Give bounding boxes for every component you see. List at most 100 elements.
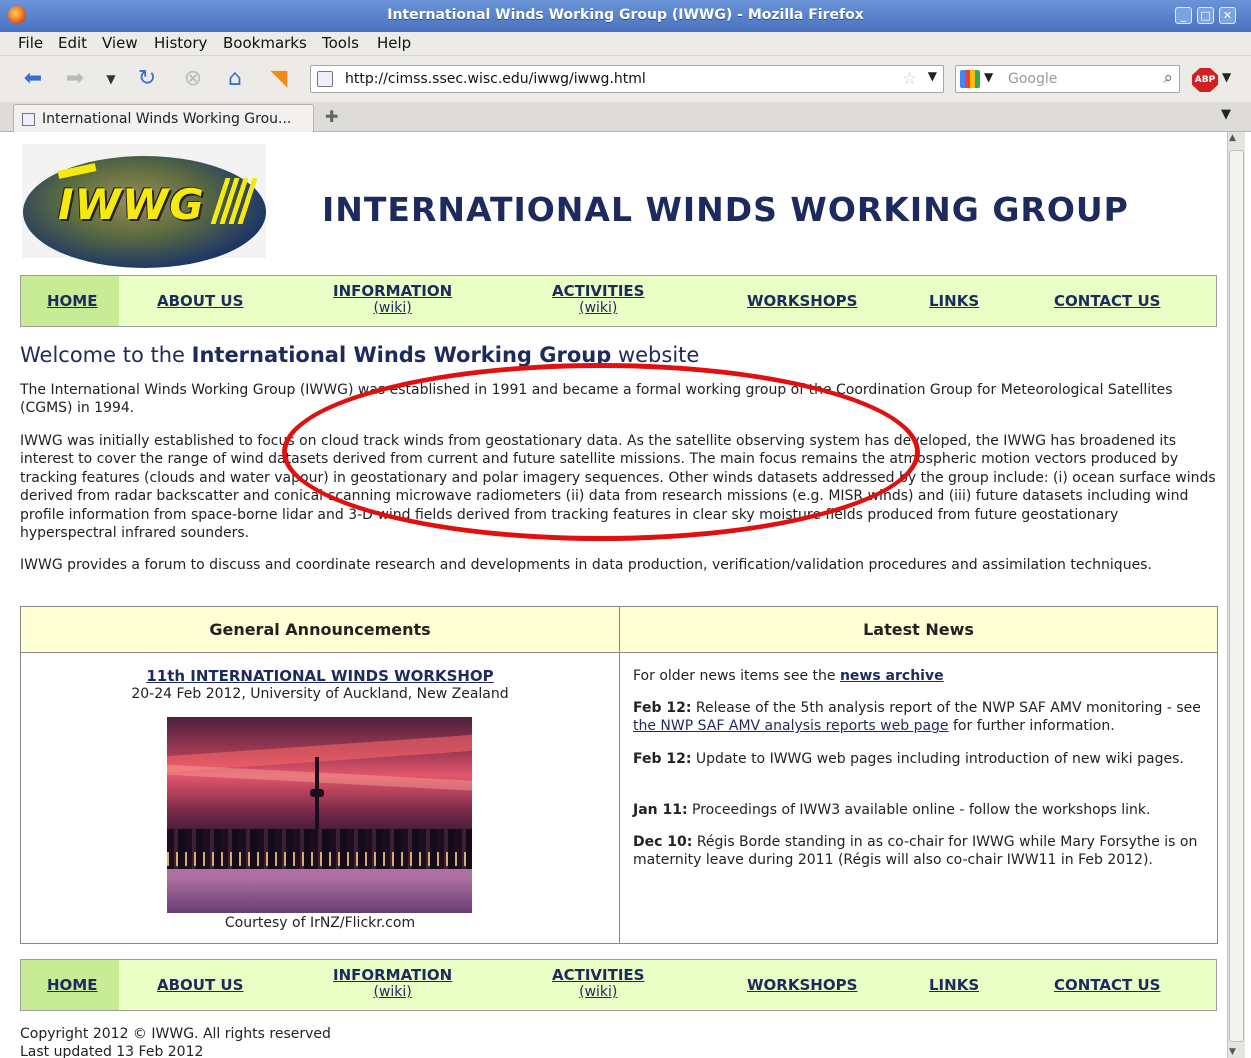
nav-about-link[interactable]: ABOUT US xyxy=(157,976,243,994)
news-item: Feb 12: Release of the 5th analysis repo… xyxy=(633,699,1208,736)
intro-paragraph-1: The International Winds Working Group (I… xyxy=(20,382,1173,417)
box-divider xyxy=(619,607,620,943)
tab-list-icon[interactable]: ▼ xyxy=(1221,107,1231,122)
auckland-skyline-photo xyxy=(167,717,472,913)
news-item: Feb 12: Update to IWWG web pages includi… xyxy=(633,750,1208,768)
nav-contact-link[interactable]: CONTACT US xyxy=(1054,292,1160,310)
nav-links-link[interactable]: LINKS xyxy=(929,292,979,310)
workshop-title-link[interactable]: 11th INTERNATIONAL WINDS WORKSHOP xyxy=(21,667,619,685)
adblock-dropdown-icon[interactable]: ▼ xyxy=(1222,70,1231,84)
adblock-plus-icon[interactable]: ABP xyxy=(1192,68,1218,92)
menu-tools[interactable]: Tools xyxy=(322,34,359,52)
workshop-subtitle: 20-24 Feb 2012, University of Auckland, … xyxy=(131,686,509,702)
scroll-up-icon[interactable]: ▲ xyxy=(1229,133,1236,143)
history-dropdown-icon[interactable]: ▼ xyxy=(98,66,124,92)
nav-activities-link[interactable]: ACTIVITIES (wiki) xyxy=(552,282,644,316)
reload-icon[interactable]: ↻ xyxy=(134,66,160,92)
news-date: Feb 12: xyxy=(633,700,692,716)
vertical-scrollbar[interactable]: ▲ ▼ xyxy=(1227,132,1245,1058)
nwp-saf-link[interactable]: the NWP SAF AMV analysis reports web pag… xyxy=(633,718,949,734)
nav-information-link[interactable]: INFORMATION (wiki) xyxy=(333,282,452,316)
search-input[interactable]: Google xyxy=(1008,71,1057,87)
iwwg-logo[interactable]: IWWG xyxy=(22,144,266,268)
stop-icon[interactable]: ⊗ xyxy=(180,66,206,92)
photo-caption: Courtesy of IrNZ/Flickr.com xyxy=(224,915,416,931)
url-dropdown-icon[interactable]: ▼ xyxy=(928,69,937,83)
logo-text: IWWG xyxy=(58,180,205,229)
nav-information-wiki-link[interactable]: (wiki) xyxy=(333,984,452,1000)
bookmark-star-icon[interactable]: ☆ xyxy=(902,69,917,89)
nav-information-label: INFORMATION xyxy=(333,282,453,300)
nav-information-link[interactable]: INFORMATION (wiki) xyxy=(333,966,452,1000)
minimize-button[interactable]: _ xyxy=(1175,7,1192,24)
home-icon[interactable]: ⌂ xyxy=(222,66,248,92)
menu-edit[interactable]: Edit xyxy=(58,34,87,52)
news-archive-line: For older news items see the news archiv… xyxy=(633,667,1208,685)
forward-icon[interactable]: ➡ xyxy=(62,66,88,92)
search-engine-dropdown-icon[interactable]: ▼ xyxy=(984,70,993,84)
content-boxes: General Announcements Latest News 11th I… xyxy=(20,606,1218,944)
tab-iwwg[interactable]: International Winds Working Grou... xyxy=(13,104,314,133)
news-text: Update to IWWG web pages including intro… xyxy=(691,751,1184,767)
maximize-button[interactable]: □ xyxy=(1197,7,1214,24)
nav-links-link[interactable]: LINKS xyxy=(929,976,979,994)
menu-bar: File Edit View History Bookmarks Tools H… xyxy=(0,32,1251,56)
nav-contact-link[interactable]: CONTACT US xyxy=(1054,976,1160,994)
page-viewport: IWWG INTERNATIONAL WINDS WORKING GROUP H… xyxy=(0,132,1227,1058)
navigation-toolbar: ⬅ ➡ ▼ ↻ ⊗ ⌂ ◥ http://cimss.ssec.wisc.edu… xyxy=(0,56,1251,102)
window-titlebar: International Winds Working Group (IWWG)… xyxy=(0,0,1251,32)
nav-activities-label: ACTIVITIES xyxy=(552,282,645,300)
intro-paragraph-3: IWWG provides a forum to discuss and coo… xyxy=(20,557,1152,573)
news-archive-prefix: For older news items see the xyxy=(633,668,840,684)
search-bar[interactable]: ▼ Google ⌕ xyxy=(955,65,1180,93)
nav-home-link[interactable]: HOME xyxy=(47,292,97,310)
welcome-heading: Welcome to the International Winds Worki… xyxy=(20,343,699,367)
nav-information-wiki-link[interactable]: (wiki) xyxy=(333,300,452,316)
copyright-text: Copyright 2012 © IWWG. All rights reserv… xyxy=(20,1026,331,1042)
news-date: Dec 10: xyxy=(633,834,693,850)
menu-view[interactable]: View xyxy=(102,34,138,52)
top-nav: HOME ABOUT US INFORMATION (wiki) ACTIVITI… xyxy=(20,275,1217,327)
announcements-header: General Announcements xyxy=(21,607,619,653)
news-header: Latest News xyxy=(620,607,1217,653)
menu-bookmarks[interactable]: Bookmarks xyxy=(223,34,307,52)
url-text[interactable]: http://cimss.ssec.wisc.edu/iwwg/iwwg.htm… xyxy=(345,71,646,87)
news-date: Jan 11: xyxy=(633,802,688,818)
site-identity-icon[interactable] xyxy=(317,71,333,87)
menu-file[interactable]: File xyxy=(18,34,43,52)
news-text: Régis Borde standing in as co-chair for … xyxy=(633,834,1198,869)
menu-help[interactable]: Help xyxy=(377,34,411,52)
news-text-after: for further information. xyxy=(948,718,1115,735)
url-bar[interactable]: http://cimss.ssec.wisc.edu/iwwg/iwwg.htm… xyxy=(310,65,944,93)
news-text: Release of the 5th analysis report of th… xyxy=(691,700,1201,716)
nav-activities-link[interactable]: ACTIVITIES (wiki) xyxy=(552,966,644,1000)
news-item: Dec 10: Régis Borde standing in as co-ch… xyxy=(633,833,1208,870)
intro-paragraph-2: IWWG was initially established to focus … xyxy=(20,433,1216,542)
nav-activities-wiki-link[interactable]: (wiki) xyxy=(552,300,644,316)
nav-home-link[interactable]: HOME xyxy=(47,976,97,994)
site-heading: INTERNATIONAL WINDS WORKING GROUP xyxy=(322,190,1129,229)
welcome-bold: International Winds Working Group xyxy=(191,343,612,367)
scrollbar-thumb[interactable] xyxy=(1229,150,1244,1042)
new-tab-icon[interactable]: ✚ xyxy=(325,107,338,126)
nav-information-label: INFORMATION xyxy=(333,966,453,984)
search-icon[interactable]: ⌕ xyxy=(1163,68,1173,88)
search-engine-icon[interactable] xyxy=(960,70,980,88)
scroll-down-icon[interactable]: ▼ xyxy=(1229,1047,1236,1057)
window-title: International Winds Working Group (IWWG)… xyxy=(387,7,864,23)
nav-about-link[interactable]: ABOUT US xyxy=(157,292,243,310)
menu-history[interactable]: History xyxy=(154,34,207,52)
welcome-suffix: website xyxy=(611,343,700,367)
tab-favicon-icon xyxy=(22,113,35,126)
news-item: Jan 11: Proceedings of IWW3 available on… xyxy=(633,801,1208,819)
news-archive-link[interactable]: news archive xyxy=(840,668,944,684)
nav-workshops-link[interactable]: WORKSHOPS xyxy=(747,976,857,994)
back-icon[interactable]: ⬅ xyxy=(20,66,46,92)
nav-activities-label: ACTIVITIES xyxy=(552,966,645,984)
nav-workshops-link[interactable]: WORKSHOPS xyxy=(747,292,857,310)
nav-activities-wiki-link[interactable]: (wiki) xyxy=(552,984,644,1000)
bottom-nav: HOME ABOUT US INFORMATION (wiki) ACTIVITI… xyxy=(20,959,1217,1011)
rss-icon[interactable]: ◥ xyxy=(266,66,292,92)
tab-label: International Winds Working Grou... xyxy=(42,111,292,127)
close-button[interactable]: ✕ xyxy=(1219,7,1236,24)
